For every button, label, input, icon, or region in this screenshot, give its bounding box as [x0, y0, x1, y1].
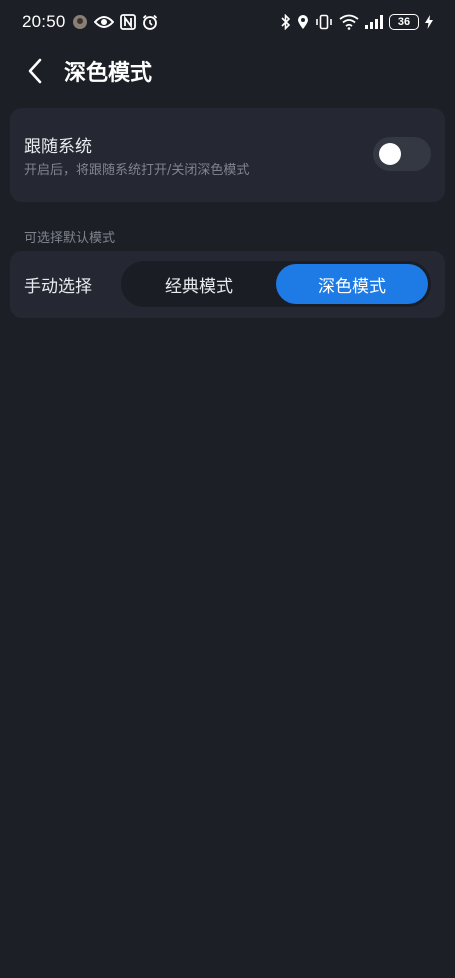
- dark-mode-option[interactable]: 深色模式: [276, 264, 428, 304]
- follow-system-title: 跟随系统: [24, 137, 92, 157]
- vibrate-icon: [315, 14, 333, 30]
- page-title: 深色模式: [64, 61, 153, 86]
- classic-mode-option[interactable]: 经典模式: [124, 264, 274, 304]
- status-left: 20:50: [22, 12, 158, 32]
- mode-segmented-control: 经典模式 深色模式: [121, 261, 431, 307]
- section-label: 可选择默认模式: [24, 231, 116, 246]
- battery-icon: 36: [389, 14, 419, 30]
- signal-icon: [365, 15, 383, 29]
- follow-system-description: 开启后，将跟随系统打开/关闭深色模式: [24, 163, 250, 178]
- bluetooth-icon: [281, 14, 291, 30]
- app-notification-icon: [72, 14, 88, 30]
- manual-select-label: 手动选择: [24, 277, 92, 297]
- status-right: 36: [281, 14, 433, 30]
- location-icon: [297, 14, 309, 30]
- wifi-icon: [339, 14, 359, 30]
- header: 深色模式: [0, 50, 455, 92]
- back-button[interactable]: [20, 53, 50, 89]
- nfc-icon: [119, 14, 136, 30]
- manual-select-card: 手动选择 经典模式 深色模式: [10, 251, 445, 318]
- toggle-knob: [379, 143, 401, 165]
- alarm-icon: [142, 14, 158, 30]
- eye-icon: [93, 15, 114, 29]
- chevron-left-icon: [28, 58, 42, 84]
- status-time: 20:50: [22, 12, 66, 31]
- status-bar: 20:50 36: [0, 0, 455, 44]
- follow-system-toggle[interactable]: [373, 137, 431, 171]
- follow-system-card: 跟随系统 开启后，将跟随系统打开/关闭深色模式: [10, 108, 445, 202]
- charging-icon: [425, 15, 433, 29]
